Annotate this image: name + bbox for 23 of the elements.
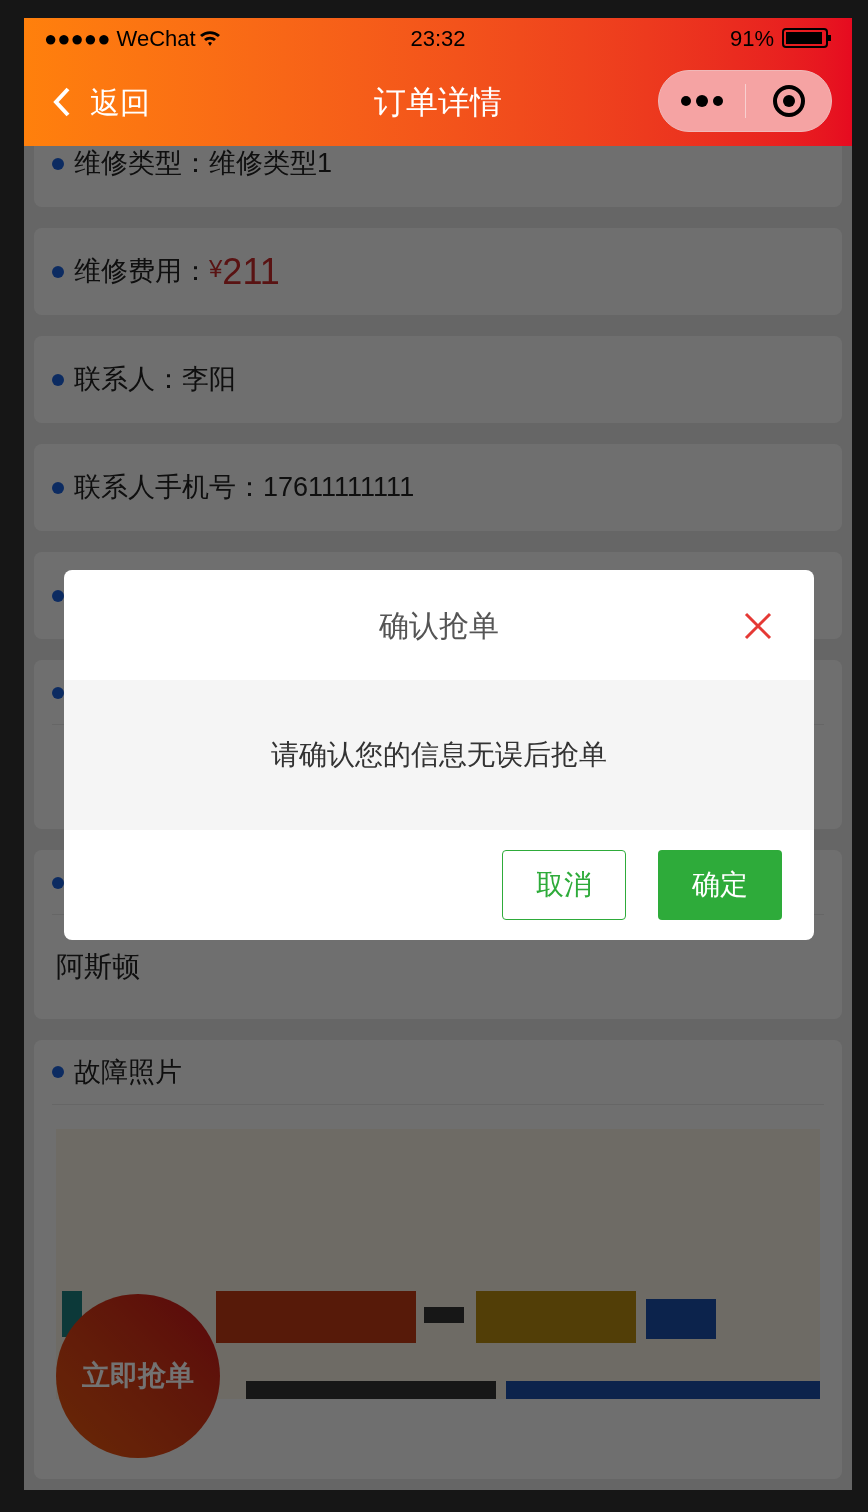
battery-icon bbox=[782, 28, 832, 48]
clock: 23:32 bbox=[410, 24, 466, 53]
field-label: 联系人手机号： bbox=[74, 471, 263, 505]
battery-percent: 91% bbox=[729, 24, 774, 53]
field-label: 维修类型： bbox=[74, 147, 209, 181]
chevron-left-icon bbox=[52, 86, 72, 118]
cancel-button[interactable]: 取消 bbox=[502, 850, 626, 920]
carrier-label: ●●●●● WeChat bbox=[44, 24, 196, 53]
currency-symbol: ¥ bbox=[209, 254, 223, 282]
dialog-message: 请确认您的信息无误后抢单 bbox=[271, 738, 607, 772]
price-value: 211 bbox=[222, 249, 280, 294]
field-value: 17611111111 bbox=[263, 471, 415, 505]
field-label: 故障照片 bbox=[74, 1055, 182, 1089]
dialog-title: 确认抢单 bbox=[379, 607, 499, 644]
field-value: 阿斯顿 bbox=[56, 950, 140, 984]
field-value: 李阳 bbox=[182, 363, 236, 397]
field-label: 维修费用： bbox=[74, 255, 209, 289]
back-button[interactable]: 返回 bbox=[24, 79, 150, 125]
field-value: 维修类型1 bbox=[209, 147, 333, 181]
field-label: 联系人： bbox=[74, 363, 182, 397]
page-title: 订单详情 bbox=[374, 83, 502, 122]
confirm-button[interactable]: 确定 bbox=[658, 850, 782, 920]
close-icon[interactable] bbox=[744, 612, 772, 640]
